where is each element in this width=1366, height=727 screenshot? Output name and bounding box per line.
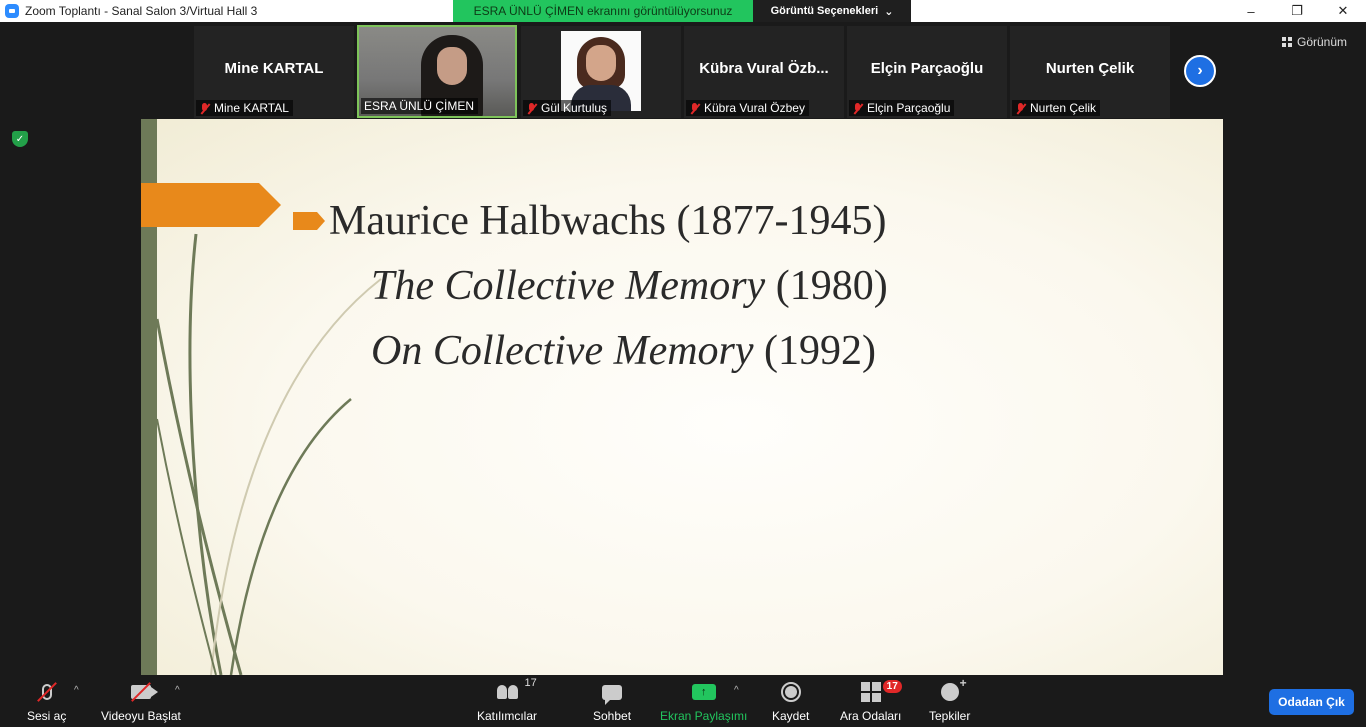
chevron-down-icon: ⌄ — [884, 5, 894, 18]
mic-muted-icon — [526, 102, 537, 114]
share-banner-text: ESRA ÜNLÜ ÇİMEN ekranını görüntülüyorsun… — [473, 4, 733, 18]
slide-line-1-year: (1980) — [765, 263, 888, 309]
window-controls: – ❐ ✕ — [1228, 0, 1366, 22]
participant-label-text: Kübra Vural Özbey — [704, 101, 805, 115]
window-title: Zoom Toplantı - Sanal Salon 3/Virtual Ha… — [25, 4, 258, 18]
participant-label: Gül Kurtuluş — [523, 100, 612, 116]
participant-label-text: Gül Kurtuluş — [541, 101, 608, 115]
breakout-rooms-badge: 17 — [882, 680, 902, 693]
share-options-caret[interactable]: ^ — [734, 685, 739, 696]
video-options-caret[interactable]: ^ — [175, 685, 180, 696]
video-off-icon — [130, 679, 158, 705]
participant-label: Mine KARTAL — [196, 100, 293, 116]
participant-tile-kubra-vural-ozbey[interactable]: Kübra Vural Özb... Kübra Vural Özbey — [684, 26, 844, 118]
participant-label: ESRA ÜNLÜ ÇİMEN — [361, 98, 479, 114]
participant-name-large: Kübra Vural Özb... — [699, 60, 829, 77]
share-screen-label: Ekran Paylaşımı — [660, 709, 748, 723]
reactions-icon — [940, 676, 967, 705]
participant-tile-nurten-celik[interactable]: Nurten Çelik Nurten Çelik — [1010, 26, 1170, 118]
slide-title-banner — [141, 183, 281, 227]
chat-icon — [602, 679, 623, 705]
slide-line-1-italic: The Collective Memory — [371, 263, 766, 309]
unmute-label: Sesi aç — [27, 709, 67, 723]
view-layout-button[interactable]: Görünüm — [1282, 35, 1347, 49]
mic-muted-icon — [199, 102, 210, 114]
share-screen-icon: ↑ — [691, 679, 716, 705]
video-face — [437, 47, 467, 85]
breakout-rooms-button[interactable]: 17 Ara Odaları — [840, 679, 902, 723]
unmute-button[interactable]: Sesi aç — [27, 679, 66, 723]
slide-title: Maurice Halbwachs (1877-1945) — [329, 198, 887, 244]
participant-tile-esra-unlu-cimen[interactable]: ESRA ÜNLÜ ÇİMEN — [357, 25, 517, 118]
participant-name-large: Elçin Parçaoğlu — [870, 60, 984, 77]
mic-off-icon — [36, 679, 57, 705]
participants-icon: 17 — [496, 677, 537, 705]
participant-label-text: Elçin Parçaoğlu — [867, 101, 951, 115]
participant-tile-gul-kurtulus[interactable]: Gül Kurtuluş — [521, 26, 681, 118]
chat-label: Sohbet — [593, 709, 632, 723]
audio-options-caret[interactable]: ^ — [74, 685, 79, 696]
participant-label-text: Nurten Çelik — [1030, 101, 1097, 115]
view-options-button[interactable]: Görüntü Seçenekleri ⌄ — [753, 0, 911, 22]
record-label: Kaydet — [772, 709, 810, 723]
breakout-rooms-icon: 17 — [860, 679, 902, 705]
security-shield-icon[interactable]: ✓ — [12, 131, 28, 147]
grid-icon — [1282, 37, 1292, 47]
view-options-label: Görüntü Seçenekleri — [770, 5, 879, 17]
restore-button[interactable]: ❐ — [1274, 0, 1320, 22]
participants-label: Katılımcılar — [477, 709, 538, 723]
record-icon — [780, 679, 801, 705]
participant-label: Nurten Çelik — [1012, 100, 1101, 116]
zoom-app-icon — [5, 4, 19, 18]
reactions-label: Tepkiler — [929, 709, 971, 723]
reactions-button[interactable]: Tepkiler — [929, 676, 971, 723]
minimize-button[interactable]: – — [1228, 0, 1274, 22]
mic-muted-icon — [689, 102, 700, 114]
photo-face — [586, 45, 616, 81]
participant-label-text: ESRA ÜNLÜ ÇİMEN — [364, 99, 475, 113]
slide-line-1: The Collective Memory (1980) — [371, 262, 888, 310]
slide-line-2: On Collective Memory (1992) — [371, 327, 876, 375]
close-button[interactable]: ✕ — [1320, 0, 1366, 22]
zoom-window: Zoom Toplantı - Sanal Salon 3/Virtual Ha… — [0, 0, 1366, 727]
participants-count: 17 — [524, 677, 537, 689]
leave-room-button[interactable]: Odadan Çık — [1269, 689, 1354, 715]
slide-line-2-year: (1992) — [753, 328, 877, 374]
participant-name-large: Mine KARTAL — [224, 60, 324, 77]
meeting-toolbar: Sesi aç ^ Videoyu Başlat ^ 17 Katılımcıl… — [0, 675, 1366, 727]
screen-share-banner: ESRA ÜNLÜ ÇİMEN ekranını görüntülüyorsun… — [453, 0, 753, 22]
participant-label: Kübra Vural Özbey — [686, 100, 809, 116]
start-video-label: Videoyu Başlat — [101, 709, 181, 723]
record-button[interactable]: Kaydet — [772, 679, 809, 723]
chat-button[interactable]: Sohbet — [593, 679, 631, 723]
participant-label: Elçin Parçaoğlu — [849, 100, 955, 116]
mic-muted-icon — [1015, 102, 1026, 114]
participant-gallery: Mine KARTAL Mine KARTAL ESRA ÜNLÜ ÇİMEN — [0, 22, 1366, 119]
next-page-arrow-icon[interactable]: › — [1184, 55, 1216, 87]
view-layout-label: Görünüm — [1297, 35, 1348, 49]
participant-tile-mine-kartal[interactable]: Mine KARTAL Mine KARTAL — [194, 26, 354, 118]
participant-label-text: Mine KARTAL — [214, 101, 289, 115]
start-video-button[interactable]: Videoyu Başlat — [101, 679, 181, 723]
slide-line-2-italic: On Collective Memory — [371, 328, 754, 374]
profile-photo — [561, 31, 641, 111]
mic-muted-icon — [852, 102, 863, 114]
participants-button[interactable]: 17 Katılımcılar — [477, 677, 538, 723]
shared-screen-slide: Maurice Halbwachs (1877-1945) The Collec… — [141, 119, 1223, 675]
breakout-rooms-label: Ara Odaları — [840, 709, 902, 723]
participant-name-large: Nurten Çelik — [1045, 60, 1135, 77]
participant-tile-elcin-parcaoglu[interactable]: Elçin Parçaoğlu Elçin Parçaoğlu — [847, 26, 1007, 118]
